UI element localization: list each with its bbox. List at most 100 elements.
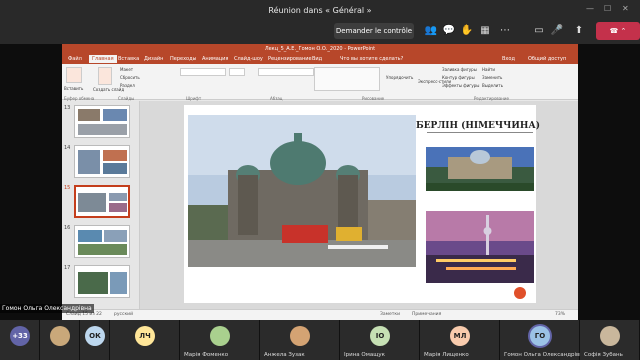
participant-tile[interactable]: ЛЧ <box>110 320 180 360</box>
current-slide[interactable]: БЕРЛІН (НІМЕЧЧИНА) <box>184 105 540 303</box>
reset-button[interactable]: Сбросить <box>120 75 140 80</box>
thumb-number: 16 <box>64 225 71 231</box>
replace-button[interactable]: Заменить <box>482 75 502 80</box>
reichstag-photo[interactable] <box>426 147 534 191</box>
tab-animations[interactable]: Анимация <box>202 55 228 63</box>
tab-file[interactable]: Файл <box>68 55 82 63</box>
slide-title[interactable]: БЕРЛІН (НІМЕЧЧИНА) <box>416 121 540 131</box>
paragraph-controls[interactable] <box>258 68 314 76</box>
berlin-skyline-photo[interactable] <box>426 211 534 283</box>
avatar <box>50 326 70 346</box>
participant-name: Марія Лищенко <box>424 352 469 358</box>
maximize-icon[interactable]: ☐ <box>604 4 611 13</box>
thumb-number: 17 <box>64 265 71 271</box>
berlin-cathedral-photo[interactable] <box>188 115 416 267</box>
share-screen-icon[interactable]: ⬆ <box>572 24 586 38</box>
avatar <box>600 326 620 346</box>
share-button[interactable]: Общий доступ <box>528 55 566 63</box>
participant-tile[interactable]: ІО Ірина Омащук <box>340 320 420 360</box>
participant-tile[interactable] <box>40 320 80 360</box>
presenter-name-label: Гомон Ольга Олександрівна <box>0 304 94 313</box>
close-window-icon[interactable]: ✕ <box>622 4 629 13</box>
participant-tile[interactable]: Софія Зубань <box>580 320 640 360</box>
language-indicator[interactable]: русский <box>114 312 133 317</box>
hang-up-icon: ☎ <box>609 27 619 35</box>
ppt-ribbon-tabs: Файл Главная Вставка Дизайн Переходы Ани… <box>62 54 578 64</box>
notes-button[interactable]: Заметки <box>380 312 400 317</box>
ppt-ribbon: Вставить Создать слайд Макет Сбросить Ра… <box>62 64 578 101</box>
avatar: ЛЧ <box>135 326 155 346</box>
more-actions-icon[interactable]: ⋯ <box>498 24 512 38</box>
powerpoint-window: Лекц_5_А.Е._Гомон О.О._2020 - PowerPoint… <box>62 44 578 320</box>
avatar: ОК <box>85 326 105 346</box>
breakout-rooms-icon[interactable]: ▦ <box>478 24 492 38</box>
tab-insert[interactable]: Вставка <box>118 55 139 63</box>
select-button[interactable]: Выделить <box>482 83 503 88</box>
participant-name: Анжела Зузак <box>264 352 305 358</box>
raise-hand-icon[interactable]: ✋ <box>460 24 474 38</box>
avatar: ІО <box>370 326 390 346</box>
font-name-select[interactable] <box>180 68 226 76</box>
participant-tile[interactable]: Марія Фоменко <box>180 320 260 360</box>
tab-transitions[interactable]: Переходы <box>170 55 197 63</box>
shape-outline-button[interactable]: Контур фигуры <box>442 75 475 80</box>
tab-home[interactable]: Главная <box>89 55 117 63</box>
request-control-button[interactable]: Demander le contrôle <box>334 23 414 39</box>
sign-in-link[interactable]: Вход <box>502 55 515 63</box>
section-button[interactable]: Раздел <box>120 83 135 88</box>
teams-meeting-bar: Réunion dans « Général » — ☐ ✕ Demander … <box>0 0 640 44</box>
arrange-button[interactable]: Упорядочить <box>386 75 413 80</box>
slide-thumbnail-pane[interactable]: 13 14 15 16 17 <box>62 101 140 309</box>
find-button[interactable]: Найти <box>482 67 495 72</box>
slide-editing-area[interactable]: БЕРЛІН (НІМЕЧЧИНА) <box>140 101 578 309</box>
tell-me-search[interactable]: Что вы хотите сделать? <box>340 55 403 63</box>
tab-slideshow[interactable]: Слайд-шоу <box>234 55 263 63</box>
title-underline <box>427 132 533 133</box>
leave-options-chevron-icon: ⌃ <box>620 27 627 35</box>
tab-view[interactable]: Вид <box>312 55 322 63</box>
slide-thumbnail-13[interactable] <box>74 105 130 138</box>
participant-tile[interactable]: МЛ Марія Лищенко <box>420 320 500 360</box>
shapes-gallery[interactable] <box>314 67 380 91</box>
meeting-title: Réunion dans « Général » <box>268 6 372 15</box>
paste-button-label[interactable]: Вставить <box>64 86 83 91</box>
participant-name: Ірина Омащук <box>344 352 386 358</box>
new-slide-icon[interactable] <box>98 67 112 85</box>
thumb-number: 15 <box>64 185 71 191</box>
participant-tile[interactable]: Анжела Зузак <box>260 320 340 360</box>
participant-name: Гомон Ольга Олександрівна <box>504 352 587 358</box>
slide-thumbnail-17[interactable] <box>74 265 130 298</box>
ppt-window-title: Лекц_5_А.Е._Гомон О.О._2020 - PowerPoint <box>62 44 578 54</box>
tab-design[interactable]: Дизайн <box>144 55 163 63</box>
shape-fill-button[interactable]: Заливка фигуры <box>442 67 477 72</box>
participant-tile[interactable]: ОК <box>80 320 110 360</box>
participant-tile[interactable]: ГО Гомон Ольга Олександрівна <box>500 320 586 360</box>
avatar: +33 <box>10 326 30 346</box>
leave-meeting-button[interactable]: ☎ ⌃ <box>596 22 640 40</box>
slide-thumbnail-15-selected[interactable] <box>74 185 130 218</box>
chat-icon[interactable]: 💬 <box>442 24 456 38</box>
people-icon[interactable]: 👥 <box>424 24 438 38</box>
thumb-number: 14 <box>64 145 71 151</box>
zoom-level[interactable]: 73% <box>555 312 565 317</box>
participant-name: Марія Фоменко <box>184 352 229 358</box>
ppt-status-bar: Слайд 15 из 22 русский Заметки Примечани… <box>62 309 578 320</box>
avatar: МЛ <box>450 326 470 346</box>
avatar <box>210 326 230 346</box>
paste-icon[interactable] <box>66 67 82 83</box>
avatar <box>290 326 310 346</box>
slide-thumbnail-14[interactable] <box>74 145 130 178</box>
slide-action-button[interactable] <box>514 287 526 299</box>
tab-review[interactable]: Рецензирование <box>268 55 312 63</box>
font-size-select[interactable] <box>229 68 245 76</box>
thumb-number: 13 <box>64 105 71 111</box>
slide-thumbnail-16[interactable] <box>74 225 130 258</box>
comments-button[interactable]: Примечания <box>412 312 441 317</box>
participant-name: Софія Зубань <box>584 352 623 358</box>
mic-icon[interactable]: 🎤 <box>550 24 564 38</box>
shape-effects-button[interactable]: Эффекты фигуры <box>442 83 479 88</box>
participant-tile[interactable]: +33 <box>0 320 40 360</box>
minimize-icon[interactable]: — <box>586 4 594 13</box>
layout-button[interactable]: Макет <box>120 67 133 72</box>
camera-off-icon[interactable]: ▭ <box>532 24 546 38</box>
